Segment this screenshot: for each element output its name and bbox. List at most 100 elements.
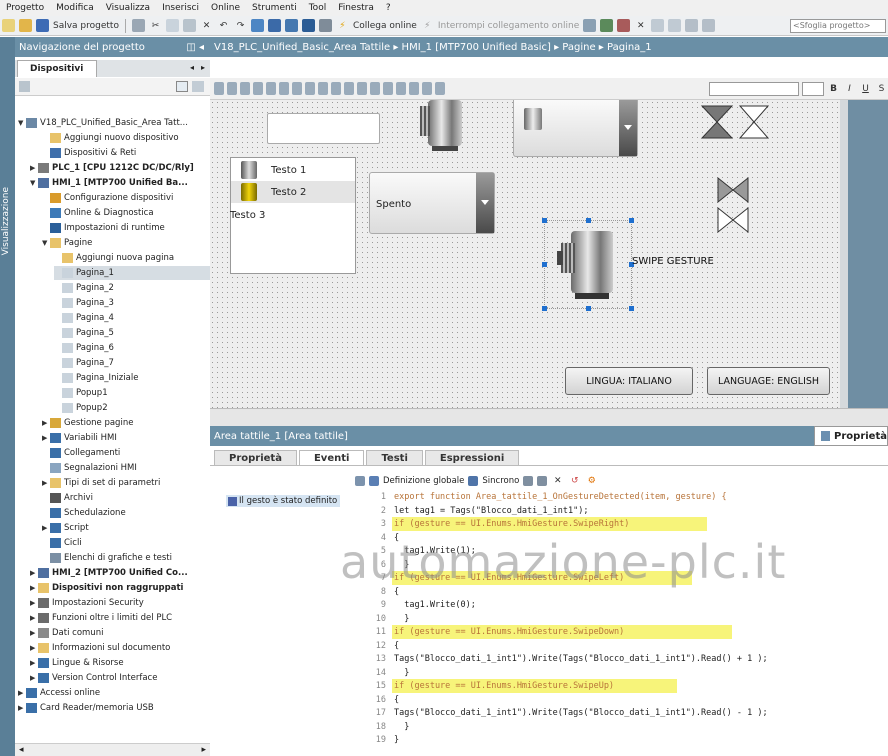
menu-online[interactable]: Online xyxy=(211,3,240,13)
snippet-icon[interactable] xyxy=(523,475,534,486)
io-field[interactable] xyxy=(267,113,380,144)
tree-item[interactable]: Impostazioni di runtime xyxy=(42,221,210,235)
download-icon[interactable] xyxy=(267,19,281,32)
resize-handle[interactable] xyxy=(542,306,547,311)
save-button[interactable]: Salva progetto xyxy=(53,19,119,33)
tree-item[interactable]: Collegamenti xyxy=(42,446,210,460)
tree-item[interactable]: ▶ Card Reader/memoria USB xyxy=(18,701,198,715)
list-item[interactable]: Testo 1 xyxy=(231,159,355,181)
tree-item[interactable]: Pagina_7 xyxy=(54,356,210,370)
language-english-button[interactable]: LANGUAGE: ENGLISH xyxy=(707,367,830,395)
expand-down-icon[interactable]: ▼ xyxy=(30,179,38,187)
editor-splitter[interactable] xyxy=(210,408,888,426)
script-editor[interactable]: 1 export function Area_tattile_1_OnGestur… xyxy=(370,489,888,749)
expand-right-icon[interactable]: ▶ xyxy=(30,569,38,577)
expand-right-icon[interactable]: ▶ xyxy=(30,629,38,637)
font-selector[interactable] xyxy=(709,81,799,96)
tree-item[interactable]: Cicli xyxy=(42,536,210,550)
expand-right-icon[interactable]: ▶ xyxy=(30,614,38,622)
properties-button[interactable]: Proprietà xyxy=(814,426,888,446)
motor-top-icon[interactable] xyxy=(420,100,466,152)
tree-item[interactable]: Pagina_3 xyxy=(54,296,210,310)
tree-item[interactable]: Pagina_1 xyxy=(54,266,210,280)
valve-horizontal-icon[interactable] xyxy=(716,176,750,234)
global-definition-button[interactable]: Definizione globale xyxy=(383,476,464,486)
scroll-right-icon[interactable]: ▸ xyxy=(201,745,206,755)
save-icon[interactable] xyxy=(36,19,49,32)
tree-item[interactable]: Elenchi di grafiche e testi xyxy=(42,551,210,565)
grid-icon[interactable] xyxy=(383,82,393,95)
nav-scroll-left-icon[interactable]: ◂ xyxy=(190,63,194,72)
align-middle-icon[interactable] xyxy=(266,82,276,95)
expand-right-icon[interactable]: ▶ xyxy=(30,674,38,682)
zoom-icon[interactable] xyxy=(422,82,432,95)
tree-item[interactable]: Aggiungi nuovo dispositivo xyxy=(42,131,210,145)
search-project-input[interactable]: <Sfoglia progetto> xyxy=(790,18,886,33)
dropdown-top[interactable] xyxy=(513,100,638,157)
tree-item[interactable]: Pagina_Iniziale xyxy=(54,371,210,385)
stop-simulation-icon[interactable] xyxy=(318,19,332,32)
code-line[interactable]: 9 tag1.Write(0); xyxy=(370,599,476,611)
tree-item[interactable]: ▶ Impostazioni Security xyxy=(30,596,210,610)
list-item-selected[interactable]: Testo 2 xyxy=(231,181,355,203)
expand-right-icon[interactable]: ▶ xyxy=(42,479,50,487)
copy-icon[interactable] xyxy=(165,19,179,32)
distribute-icon[interactable] xyxy=(292,82,302,95)
symbolic-listbox[interactable]: Testo 1 Testo 2 Testo 3 xyxy=(230,157,356,274)
tree-item[interactable]: Pagina_2 xyxy=(54,281,210,295)
sync-icon[interactable] xyxy=(468,475,479,486)
same-height-icon[interactable] xyxy=(318,82,328,95)
italic-icon[interactable]: I xyxy=(843,82,856,96)
rotate-icon[interactable] xyxy=(435,82,445,95)
tree-item[interactable]: ▶ Accessi online xyxy=(18,686,198,700)
tree-item[interactable]: Configurazione dispositivi xyxy=(42,191,210,205)
tab-devices[interactable]: Dispositivi xyxy=(17,60,97,77)
dropdown-state[interactable]: Spento xyxy=(369,172,495,234)
menu-inserisci[interactable]: Inserisci xyxy=(162,3,199,13)
cut-icon[interactable]: ✂ xyxy=(149,19,162,33)
expand-down-icon[interactable]: ▼ xyxy=(18,119,26,127)
expand-down-icon[interactable]: ▼ xyxy=(42,239,50,247)
code-line[interactable]: 16 { xyxy=(370,694,399,706)
convert-icon[interactable]: ↺ xyxy=(568,474,581,488)
tree-item[interactable]: Pagina_4 xyxy=(54,311,210,325)
tree-item[interactable]: ▶ Dispositivi non raggruppati xyxy=(30,581,210,595)
accessible-devices-icon[interactable] xyxy=(583,19,597,32)
tree-item[interactable]: Pagina_6 xyxy=(54,341,210,355)
tree-view-icon[interactable] xyxy=(176,81,188,92)
open-project-icon[interactable] xyxy=(19,19,32,32)
language-italian-button[interactable]: LINGUA: ITALIANO xyxy=(565,367,693,395)
event-gesture-defined[interactable]: Il gesto è stato definito xyxy=(226,495,340,507)
disconnect-online-button[interactable]: Interrompi collegamento online xyxy=(438,19,579,33)
script-settings-icon[interactable] xyxy=(355,475,365,486)
delete-icon[interactable]: ✕ xyxy=(200,19,213,33)
layer-icon[interactable] xyxy=(409,82,419,95)
menu-help[interactable]: ? xyxy=(386,3,391,13)
resize-handle[interactable] xyxy=(629,306,634,311)
tree-item[interactable]: ▶ HMI_2 [MTP700 Unified Co... xyxy=(30,566,210,580)
resize-handle[interactable] xyxy=(629,218,634,223)
menu-progetto[interactable]: Progetto xyxy=(6,3,44,13)
tab-texts[interactable]: Testi xyxy=(366,450,423,465)
upload-icon[interactable] xyxy=(284,19,298,32)
tree-item[interactable]: ▶ Informazioni sul documento xyxy=(30,641,210,655)
code-line[interactable]: 11 if (gesture == UI.Enums.HmiGesture.Swi… xyxy=(370,626,625,638)
expand-right-icon[interactable]: ▶ xyxy=(30,164,38,172)
tree-item[interactable]: ▶ Gestione pagine xyxy=(42,416,210,430)
navigation-scrollbar[interactable]: ◂ ▸ xyxy=(15,743,210,756)
tree-details-icon[interactable] xyxy=(192,81,204,92)
redo-icon[interactable]: ↷ xyxy=(234,19,247,33)
nav-scroll-right-icon[interactable]: ▸ xyxy=(201,63,205,72)
stop-cpu-icon[interactable] xyxy=(617,19,631,32)
pin-icon[interactable]: ◫ ◂ xyxy=(186,42,204,53)
scroll-left-icon[interactable]: ◂ xyxy=(19,745,24,755)
expand-right-icon[interactable]: ▶ xyxy=(30,584,38,592)
group-icon[interactable] xyxy=(331,82,341,95)
tree-item[interactable]: ▶ Dati comuni xyxy=(30,626,210,640)
split-vertical-icon[interactable] xyxy=(668,19,682,32)
code-line[interactable]: 18 } xyxy=(370,721,410,733)
tree-item[interactable]: Archivi xyxy=(42,491,210,505)
compile-icon[interactable] xyxy=(250,19,264,32)
expand-right-icon[interactable]: ▶ xyxy=(30,659,38,667)
tree-item[interactable]: ▼ Pagine xyxy=(42,236,210,250)
